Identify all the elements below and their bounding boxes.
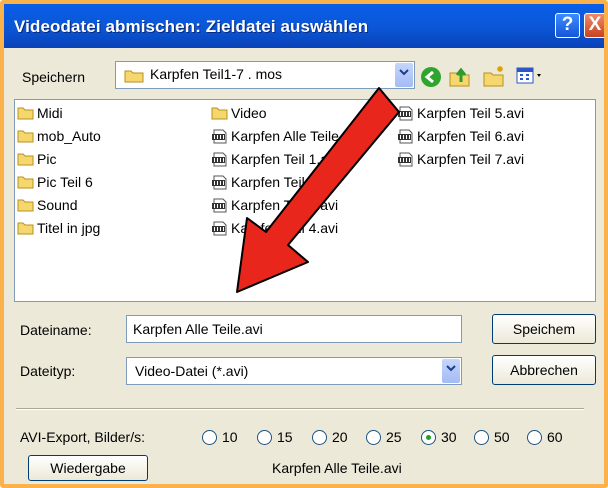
playback-file-label: Karpfen Alle Teile.avi <box>272 460 402 476</box>
radio-circle[interactable] <box>312 430 327 445</box>
avi-file-icon <box>212 198 227 213</box>
file-name: Video <box>231 105 267 121</box>
chevron-down-icon[interactable] <box>442 359 460 383</box>
file-name: Pic <box>37 151 57 167</box>
filetype-value: Video-Datei (*.avi) <box>135 363 249 379</box>
fps-radio-label: 30 <box>441 429 457 445</box>
cancel-button[interactable]: Abbrechen <box>492 355 596 385</box>
close-button[interactable]: X <box>584 13 604 38</box>
save-in-label: Speichern <box>22 69 86 85</box>
view-menu-icon[interactable] <box>516 66 546 86</box>
fps-radio-label: 20 <box>332 429 348 445</box>
folder-icon <box>124 70 144 83</box>
save-in-folder: Karpfen Teil1-7 . mos <box>150 66 283 82</box>
file-name: Karpfen Teil 1.avi <box>231 151 339 167</box>
folder-icon <box>17 199 34 212</box>
filename-label: Dateiname: <box>20 322 92 338</box>
avi-file-icon <box>398 152 413 167</box>
radio-circle[interactable] <box>527 430 542 445</box>
file-name: Karpfen Teil 2.avi <box>231 174 339 190</box>
avi-file-icon <box>398 129 413 144</box>
fps-radio-label: 50 <box>494 429 510 445</box>
file-name: Pic Teil 6 <box>37 174 93 190</box>
chevron-down-icon[interactable] <box>395 63 413 87</box>
fps-radio-label: 10 <box>222 429 238 445</box>
title-bar[interactable]: Videodatei abmischen: Zieldatei auswähle… <box>4 4 604 48</box>
file-name: Karpfen Teil 5.avi <box>417 105 525 121</box>
file-name: Karpfen Teil 6.avi <box>417 128 525 144</box>
save-dialog: Videodatei abmischen: Zieldatei auswähle… <box>0 0 608 488</box>
radio-circle[interactable] <box>202 430 217 445</box>
file-name: Titel in jpg <box>37 220 101 236</box>
radio-circle[interactable] <box>257 430 272 445</box>
radio-circle[interactable] <box>474 430 489 445</box>
new-folder-icon[interactable] <box>482 64 506 88</box>
fps-radio-label: 15 <box>277 429 293 445</box>
radio-circle[interactable] <box>421 430 436 445</box>
filetype-combo[interactable]: Video-Datei (*.avi) <box>126 357 462 385</box>
avi-file-icon <box>212 175 227 190</box>
file-name: Karpfen Alle Teile.avi <box>231 128 361 144</box>
avi-file-icon <box>212 129 227 144</box>
file-list[interactable]: Midi mob_Auto Pic Pic Teil 6 Sound Titel in j… <box>14 99 596 302</box>
file-name: Karpfen Teil 4.avi <box>231 220 339 236</box>
file-name: Midi <box>37 105 63 121</box>
filetype-label: Dateityp: <box>20 363 76 379</box>
up-folder-icon[interactable] <box>448 64 472 88</box>
folder-icon <box>17 222 34 235</box>
help-button[interactable]: ? <box>555 13 580 38</box>
save-in-combo[interactable]: Karpfen Teil1-7 . mos <box>115 61 415 89</box>
playback-button[interactable]: Wiedergabe <box>28 455 148 481</box>
avi-file-icon <box>212 152 227 167</box>
save-button[interactable]: Speichem <box>492 314 596 344</box>
file-name: Karpfen Teil 7.avi <box>417 151 525 167</box>
fps-radio-label: 60 <box>547 429 563 445</box>
folder-icon <box>211 107 228 120</box>
file-name: Sound <box>37 197 78 213</box>
folder-icon <box>17 153 34 166</box>
separator <box>16 408 584 410</box>
avi-file-icon <box>398 106 413 121</box>
avi-export-label: AVI-Export, Bilder/s: <box>20 429 146 445</box>
folder-icon <box>17 107 34 120</box>
radio-circle[interactable] <box>366 430 381 445</box>
folder-icon <box>17 176 34 189</box>
filename-field[interactable]: Karpfen Alle Teile.avi <box>126 315 462 343</box>
window-title: Videodatei abmischen: Zieldatei auswähle… <box>14 17 369 36</box>
file-name: mob_Auto <box>37 128 101 144</box>
file-name: Karpfen Teil 3.avi <box>231 197 339 213</box>
back-icon[interactable] <box>420 66 442 88</box>
avi-file-icon <box>212 221 227 236</box>
folder-icon <box>17 130 34 143</box>
fps-radio-label: 25 <box>386 429 402 445</box>
